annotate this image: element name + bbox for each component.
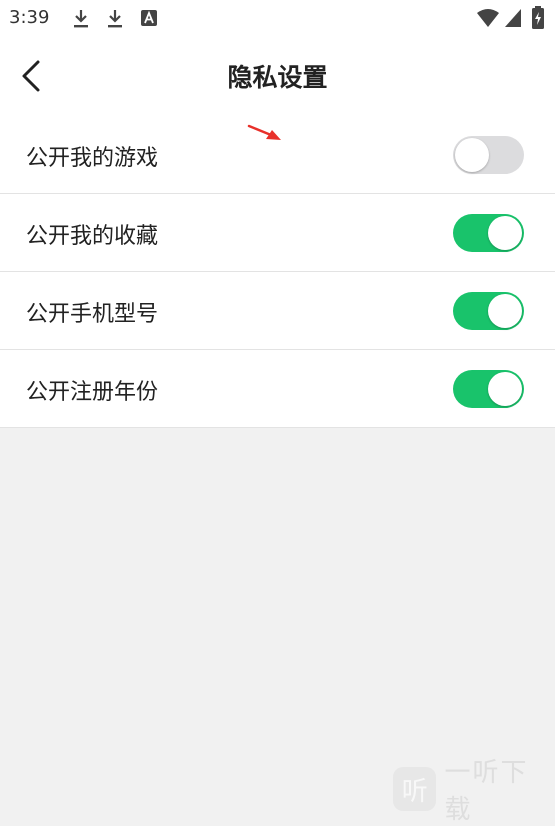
toggle-knob xyxy=(455,138,489,172)
annotation-arrow-icon xyxy=(247,124,281,140)
toggle-public-phone-model[interactable] xyxy=(453,292,524,330)
setting-row-public-favorites: 公开我的收藏 xyxy=(0,194,555,272)
toggle-public-favorites[interactable] xyxy=(453,214,524,252)
battery-charging-icon xyxy=(532,6,544,29)
setting-label: 公开我的收藏 xyxy=(26,224,159,249)
setting-label: 公开注册年份 xyxy=(26,380,159,405)
status-time: 3:39 xyxy=(9,7,50,28)
download-icon xyxy=(108,10,122,28)
setting-row-public-phone-model: 公开手机型号 xyxy=(0,272,555,350)
watermark: 听 一听下载 xyxy=(393,752,555,826)
header-bar: 隐私设置 xyxy=(0,36,555,116)
download-icon xyxy=(74,10,88,28)
privacy-settings-list: 公开我的游戏 公开我的收藏 公开手机型号 公开注册年份 xyxy=(0,116,555,428)
watermark-text: 一听下载 xyxy=(444,758,529,825)
cell-signal-icon xyxy=(505,9,521,27)
setting-label: 公开手机型号 xyxy=(26,302,159,327)
text-notification-icon xyxy=(141,10,157,26)
watermark-logo: 听 xyxy=(393,767,437,811)
toggle-knob xyxy=(488,372,522,406)
toggle-knob xyxy=(488,294,522,328)
wifi-icon xyxy=(477,9,499,27)
toggle-knob xyxy=(488,216,522,250)
setting-row-public-register-year: 公开注册年份 xyxy=(0,350,555,428)
page-title: 隐私设置 xyxy=(227,63,328,92)
setting-label: 公开我的游戏 xyxy=(26,146,159,171)
toggle-public-games[interactable] xyxy=(453,136,524,174)
toggle-public-register-year[interactable] xyxy=(453,370,524,408)
status-bar: 3:39 xyxy=(0,0,555,36)
